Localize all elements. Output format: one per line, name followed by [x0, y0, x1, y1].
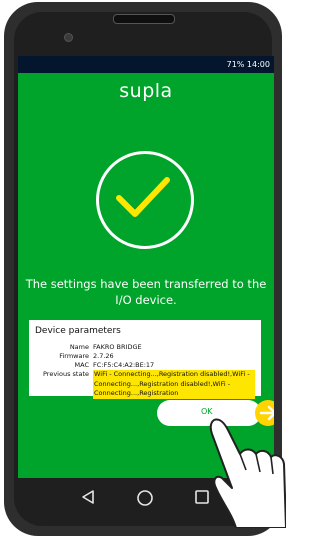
success-message: The settings have been transferred to th…: [25, 277, 267, 307]
param-value: FC:F5:C4:A2:BE:17: [93, 361, 155, 369]
param-label: Name: [69, 343, 89, 351]
param-value: WiFi - Connecting...,Registration disabl…: [93, 370, 255, 399]
param-value: FAKRO BRIDGE: [93, 343, 142, 351]
app-screen: 71% 14:00 supla The settings have been t…: [18, 56, 274, 478]
param-label: Firmware: [59, 352, 89, 360]
back-icon[interactable]: [80, 489, 96, 505]
ok-button-label: OK: [201, 407, 213, 416]
speaker-grille: [113, 14, 175, 24]
status-text: 71% 14:00: [226, 60, 270, 69]
param-label: MAC: [74, 361, 89, 369]
device-parameters-panel: Device parameters Name FAKRO BRIDGE Firm…: [29, 320, 261, 399]
status-bar: 71% 14:00: [18, 56, 274, 73]
previous-state-highlight: WiFi - Connecting...,Registration disabl…: [93, 370, 255, 399]
pointing-hand-icon: [209, 418, 286, 528]
home-icon[interactable]: [136, 489, 154, 507]
app-title: supla: [119, 80, 173, 102]
param-value: 2.7.26: [93, 352, 114, 360]
panel-title: Device parameters: [35, 326, 121, 336]
success-check-icon: [96, 151, 194, 249]
param-label: Previous state: [42, 370, 89, 378]
front-camera: [64, 33, 73, 42]
